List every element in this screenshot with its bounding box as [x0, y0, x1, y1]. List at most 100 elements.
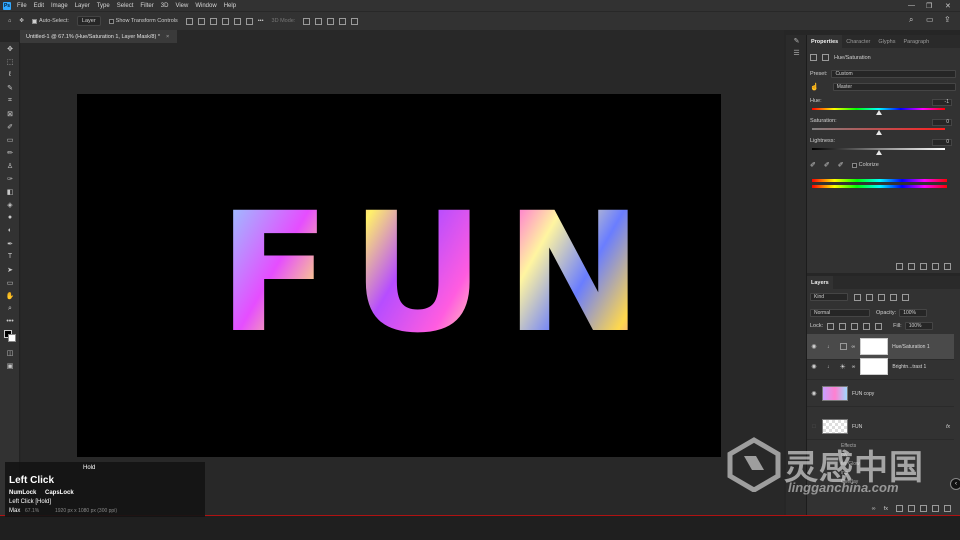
- tab-paragraph[interactable]: Paragraph: [900, 35, 934, 48]
- rectangle-tool-icon[interactable]: ▭: [0, 276, 20, 289]
- view-previous-icon[interactable]: [908, 263, 915, 270]
- pixel-filter-icon[interactable]: [854, 293, 861, 301]
- minimize-button[interactable]: —: [908, 0, 915, 11]
- menu-edit[interactable]: Edit: [34, 3, 44, 9]
- menu-file[interactable]: File: [17, 3, 27, 9]
- menu-help[interactable]: Help: [224, 3, 236, 9]
- align-center-icon[interactable]: [233, 17, 241, 25]
- home-icon[interactable]: ⌂: [8, 18, 11, 24]
- saturation-value-field[interactable]: 0: [932, 119, 952, 126]
- type-filter-icon[interactable]: [878, 293, 885, 301]
- lock-transparent-icon[interactable]: [827, 322, 835, 330]
- layer-name[interactable]: Hue/Saturation 1: [892, 344, 930, 350]
- more-tools-icon[interactable]: •••: [0, 315, 20, 328]
- 3d-slide-icon[interactable]: [339, 17, 347, 25]
- layer-mask-thumbnail[interactable]: [860, 338, 889, 355]
- menu-view[interactable]: View: [175, 3, 188, 9]
- collapse-arrow-icon[interactable]: ‹: [950, 478, 960, 490]
- workspace-icon[interactable]: ▭: [926, 15, 934, 24]
- lock-all-icon[interactable]: [875, 322, 883, 330]
- menu-filter[interactable]: Filter: [140, 3, 153, 9]
- layer-mask-thumbnail[interactable]: [860, 358, 889, 375]
- layer-name[interactable]: FUN copy: [852, 391, 874, 397]
- search-icon[interactable]: ⌕: [909, 15, 913, 25]
- history-brush-tool-icon[interactable]: ✑: [0, 172, 20, 185]
- align-bottom-icon[interactable]: [209, 17, 217, 25]
- type-tool-icon[interactable]: T: [0, 250, 20, 263]
- align-middle-icon[interactable]: [197, 17, 205, 25]
- shape-filter-icon[interactable]: [890, 293, 897, 301]
- menu-window[interactable]: Window: [195, 3, 216, 9]
- frame-tool-icon[interactable]: ⊠: [0, 107, 20, 120]
- quick-mask-icon[interactable]: ◫: [0, 346, 20, 359]
- 3d-pan-icon[interactable]: [327, 17, 335, 25]
- align-left-icon[interactable]: [221, 17, 229, 25]
- menu-3d[interactable]: 3D: [161, 3, 169, 9]
- eyedropper-minus-icon[interactable]: ✐: [838, 161, 844, 169]
- healing-tool-icon[interactable]: ▭: [0, 133, 20, 146]
- visibility-icon[interactable]: [932, 263, 939, 270]
- pen-tool-icon[interactable]: ✒: [0, 237, 20, 250]
- lock-pixels-icon[interactable]: [839, 322, 847, 330]
- tab-properties[interactable]: Properties: [807, 35, 843, 48]
- eyedropper-tool-icon[interactable]: ✐: [0, 120, 20, 133]
- auto-select-dropdown[interactable]: Layer: [76, 16, 101, 26]
- tab-character[interactable]: Character: [842, 35, 874, 48]
- menu-image[interactable]: Image: [51, 3, 68, 9]
- stamp-tool-icon[interactable]: ♙: [0, 159, 20, 172]
- smart-object-filter-icon[interactable]: [902, 293, 909, 301]
- hand-tool-icon[interactable]: ✋: [0, 289, 20, 302]
- dodge-tool-icon[interactable]: ◐: [0, 224, 20, 237]
- kind-filter-dropdown[interactable]: Kind: [810, 293, 848, 301]
- blend-mode-dropdown[interactable]: Normal: [810, 309, 870, 317]
- link-layers-icon[interactable]: ∞: [872, 506, 876, 512]
- menu-layer[interactable]: Layer: [75, 3, 90, 9]
- saturation-slider-thumb[interactable]: [876, 130, 882, 135]
- new-layer-icon[interactable]: [932, 505, 939, 512]
- menu-select[interactable]: Select: [117, 3, 134, 9]
- delete-adjustment-icon[interactable]: [944, 263, 951, 270]
- lightness-value-field[interactable]: 0: [932, 139, 952, 146]
- visibility-eye-icon[interactable]: □: [809, 424, 819, 430]
- auto-select-checkbox[interactable]: Auto-Select:: [31, 18, 69, 24]
- add-style-icon[interactable]: fx: [884, 506, 888, 512]
- visibility-eye-icon[interactable]: ◉: [809, 363, 819, 370]
- share-icon[interactable]: ⇪: [944, 15, 951, 24]
- lock-position-icon[interactable]: [851, 322, 859, 330]
- crop-tool-icon[interactable]: ⌗: [0, 94, 20, 107]
- preset-dropdown[interactable]: Custom: [831, 70, 956, 78]
- adjustments-icon[interactable]: ☰: [786, 47, 807, 59]
- align-top-icon[interactable]: [185, 17, 193, 25]
- quick-select-tool-icon[interactable]: ✎: [0, 81, 20, 94]
- delete-layer-icon[interactable]: [944, 505, 951, 512]
- paint-bucket-tool-icon[interactable]: ◈: [0, 198, 20, 211]
- lightness-slider-thumb[interactable]: [876, 150, 882, 155]
- new-group-icon[interactable]: [920, 505, 927, 512]
- screen-mode-icon[interactable]: ▣: [0, 359, 20, 372]
- show-transform-checkbox[interactable]: Show Transform Controls: [108, 18, 178, 24]
- layer-row[interactable]: ◉ FUN copy: [807, 381, 954, 407]
- hue-value-field[interactable]: -1: [932, 99, 952, 106]
- opacity-field[interactable]: 100%: [899, 309, 928, 317]
- lasso-tool-icon[interactable]: ℓ: [0, 68, 20, 81]
- move-tool-icon[interactable]: ✥: [19, 18, 24, 24]
- fill-field[interactable]: 100%: [904, 322, 933, 330]
- fx-icon[interactable]: fx: [946, 424, 950, 430]
- layer-name[interactable]: Brightn...trast 1: [892, 364, 926, 370]
- blur-tool-icon[interactable]: ●: [0, 211, 20, 224]
- colorize-checkbox[interactable]: Colorize: [851, 162, 879, 168]
- close-tab-icon[interactable]: ×: [166, 34, 169, 40]
- tab-glyphs[interactable]: Glyphs: [874, 35, 899, 48]
- clip-to-layer-icon[interactable]: [896, 263, 903, 270]
- brush-settings-icon[interactable]: ✎: [786, 35, 807, 47]
- layer-row[interactable]: ◉ ↓ ☀ ∞ Brightn...trast 1: [807, 354, 954, 380]
- reset-icon[interactable]: [920, 263, 927, 270]
- adjustment-filter-icon[interactable]: [866, 293, 873, 301]
- color-swatches-icon[interactable]: [0, 328, 20, 346]
- visibility-eye-icon[interactable]: ◉: [809, 343, 819, 350]
- marquee-tool-icon[interactable]: ⬚: [0, 55, 20, 68]
- eyedropper-plus-icon[interactable]: ✐: [824, 161, 830, 169]
- new-adjustment-icon[interactable]: [908, 505, 915, 512]
- add-mask-icon[interactable]: [896, 505, 903, 512]
- eyedropper-icon[interactable]: ✐: [810, 161, 816, 169]
